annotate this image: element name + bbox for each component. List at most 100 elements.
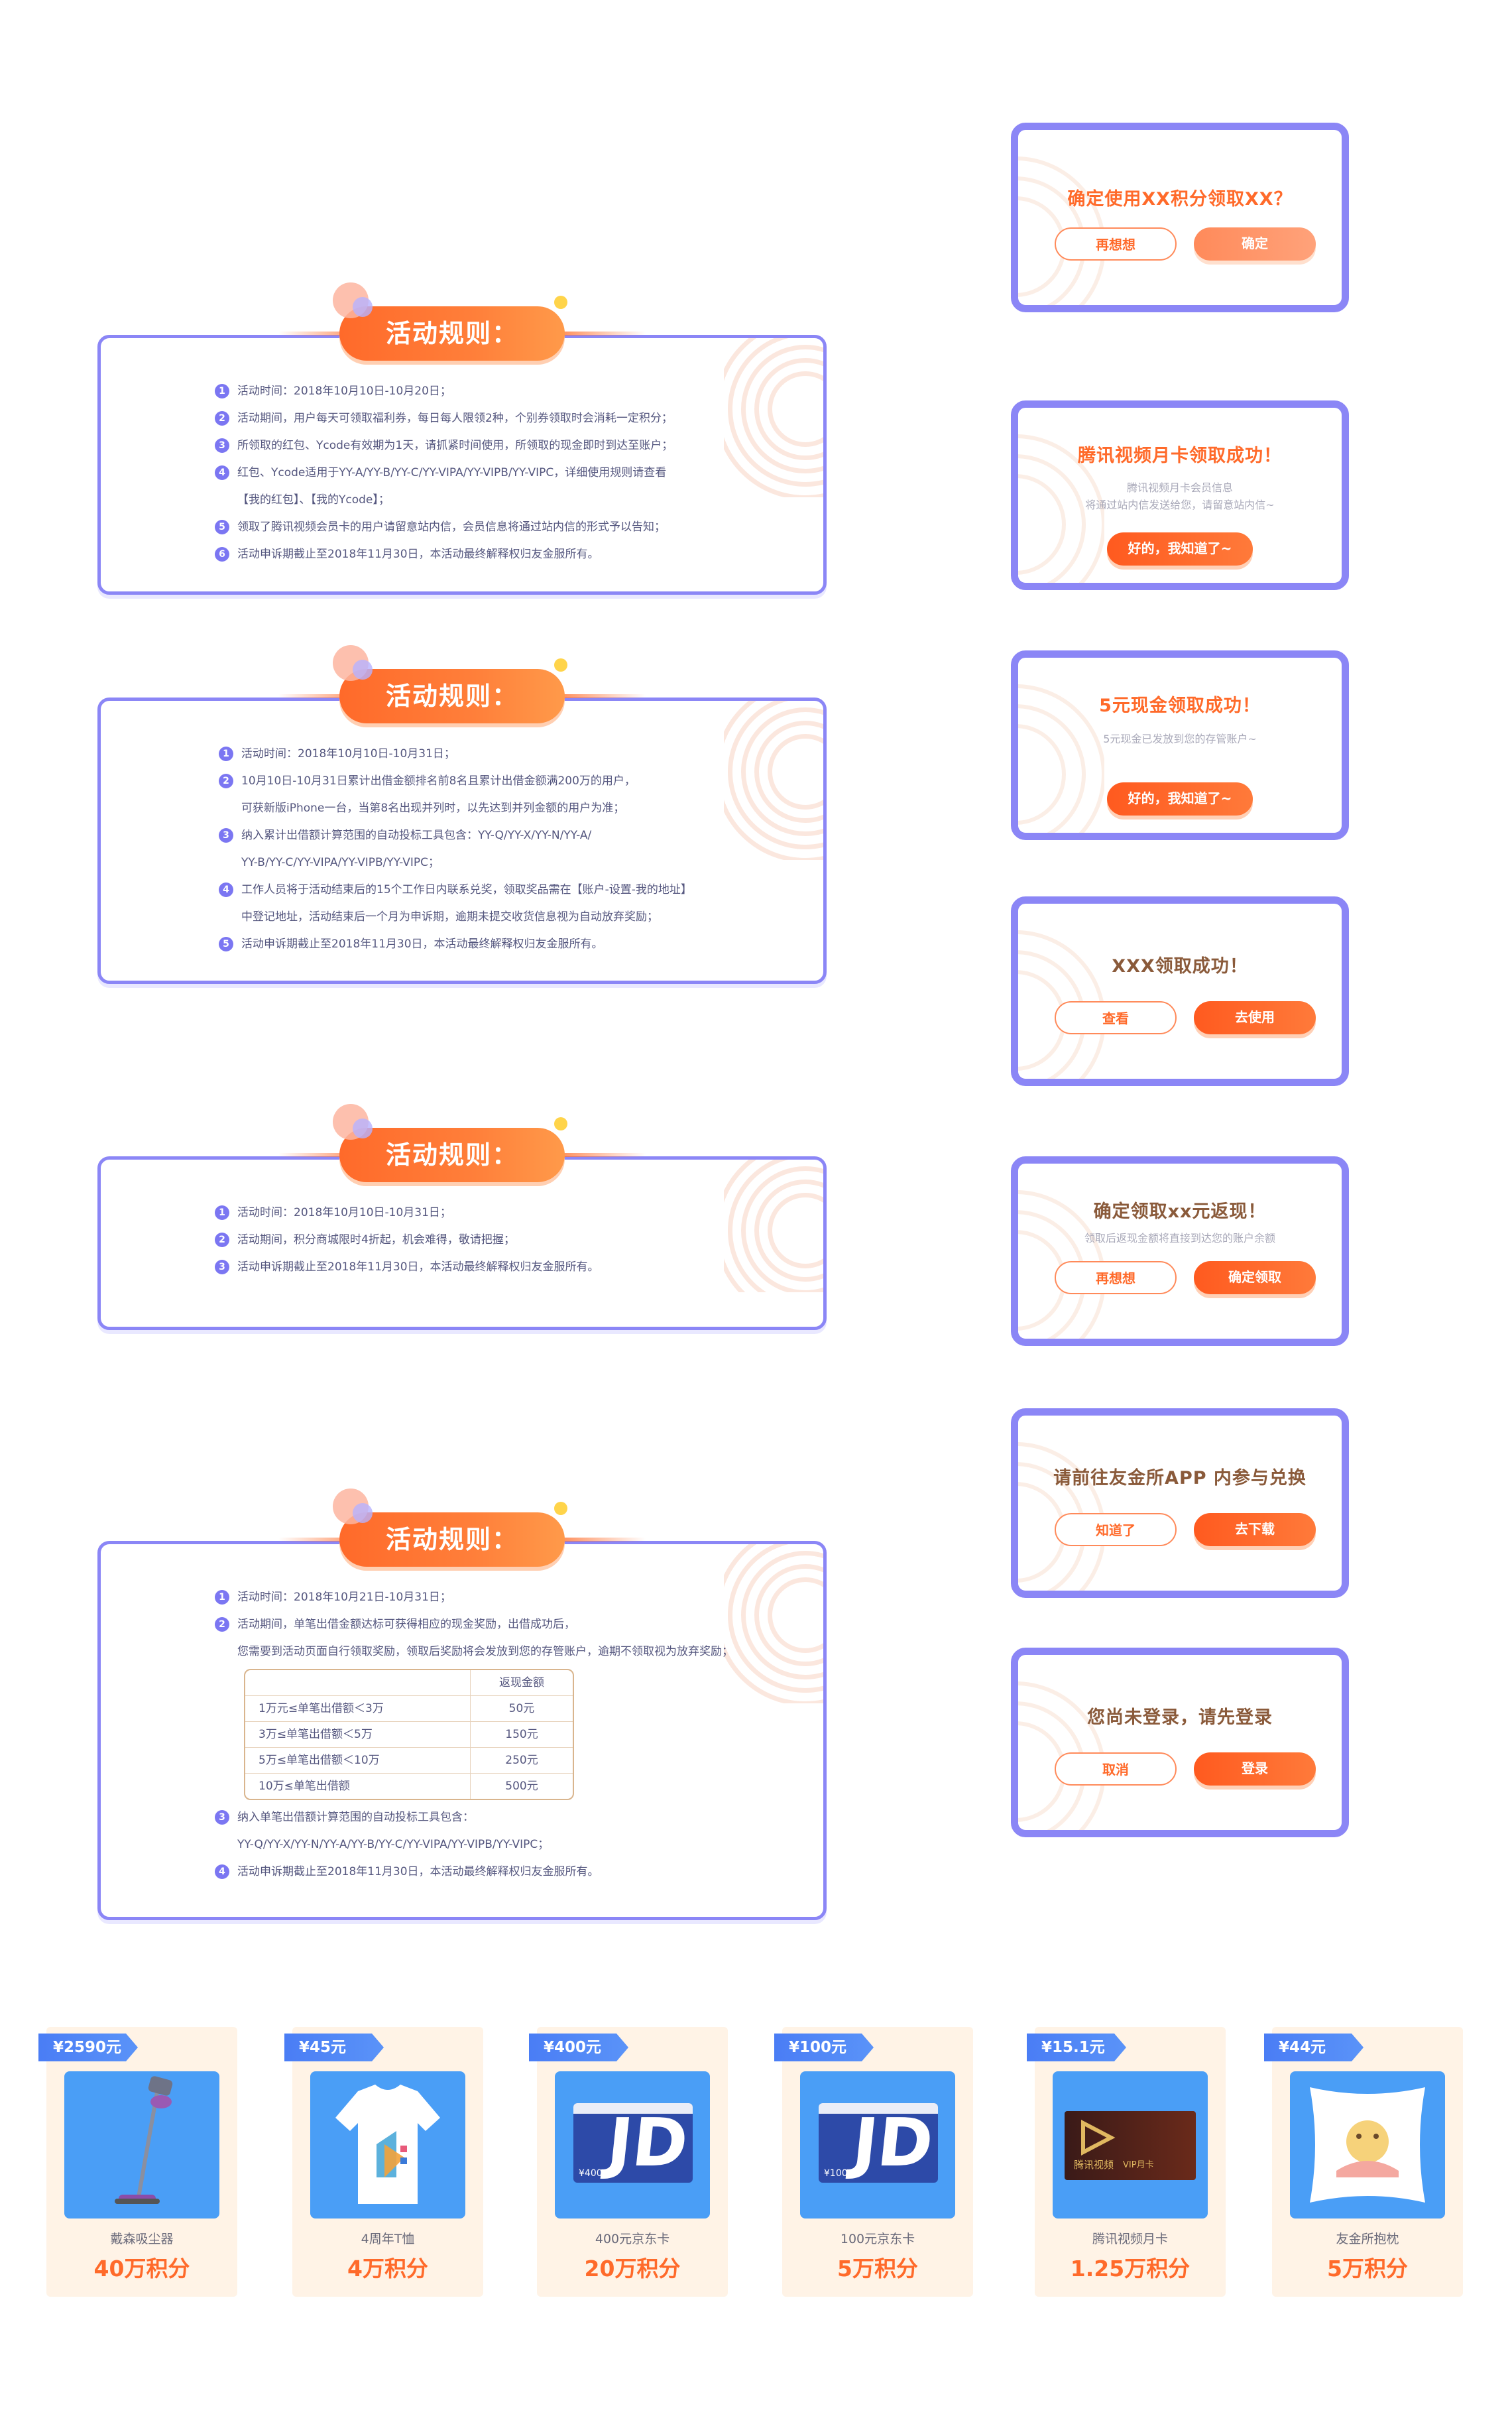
price-tag: ¥15.1元 [1027, 2034, 1126, 2061]
dialog-subtitle: 领取后返现金额将直接到达您的账户余额 [1084, 1232, 1275, 1245]
rule-line: 4 活动申诉期截止至2018年11月30日，本活动最终解释权归友金服所有。 [215, 1864, 599, 1880]
rules-title: 活动规则： [385, 1525, 518, 1554]
rule-line: 1 活动时间：2018年10月21日-10月31日； [215, 1589, 451, 1605]
pillow-icon [1310, 2087, 1425, 2203]
prize-points: 40万积分 [93, 2256, 190, 2281]
table-row: 1万元≤单笔出借额＜3万 50元 [245, 1696, 573, 1722]
rules-title: 活动规则： [385, 1140, 518, 1170]
rethink-button[interactable]: 再想想 [1055, 1261, 1177, 1294]
cashback-table: 返现金额 1万元≤单笔出借额＜3万 50元 3万≤单笔出借额＜5万 150元 5万≤… [244, 1669, 574, 1800]
table-row: 3万≤单笔出借额＜5万 150元 [245, 1722, 573, 1748]
dialog-subtitle: 将通过站内信发送给您，请留意站内信~ [1085, 499, 1275, 511]
rule-line-cont: 【我的红包】、【我的Ycode】； [237, 493, 390, 507]
price-tag: ¥400元 [529, 2034, 628, 2061]
vacuum-image [64, 2071, 219, 2219]
view-button[interactable]: 查看 [1055, 1001, 1177, 1034]
rule-line: 4 工作人员将于活动结束后的15个工作日内联系兑奖，领取奖品需在【账户-设置-我的… [219, 882, 692, 898]
rule-line-cont: 中登记地址，活动结束后一个月为申诉期，逾期未提交收货信息视为自动放弃奖励； [241, 910, 658, 924]
dialog-title: 确定领取xx元返现！ [1093, 1201, 1267, 1222]
dialog-title: 5元现金领取成功！ [1099, 696, 1261, 716]
price-tag: ¥45元 [284, 2034, 384, 2061]
rule-line: 3 活动申诉期截止至2018年11月30日，本活动最终解释权归友金服所有。 [215, 1259, 599, 1275]
dialog-cash-success: 5元现金领取成功！ 5元现金已发放到您的存管账户~ 好的，我知道了~ [1011, 650, 1349, 840]
prize-card[interactable]: JD ¥100 ¥100元 100元京东卡 5万积分 [774, 2027, 973, 2297]
prize-card[interactable]: JD ¥400 ¥400元 400元京东卡 20万积分 [529, 2027, 728, 2297]
prize-card[interactable]: ¥2590元 戴森吸尘器 40万积分 [38, 2027, 237, 2297]
dialog-claim-success: XXX领取成功！ 查看 去使用 [1011, 896, 1349, 1086]
ok-got-it-button[interactable]: 好的，我知道了~ [1107, 532, 1253, 566]
confirm-claim-button[interactable]: 确定领取 [1194, 1261, 1316, 1294]
rule-line: 5 活动申诉期截止至2018年11月30日，本活动最终解释权归友金服所有。 [219, 936, 603, 952]
rules-title: 活动规则： [385, 682, 518, 711]
ok-got-it-button[interactable]: 好的，我知道了~ [1107, 782, 1253, 816]
rules-title-badge: 活动规则： [333, 1104, 567, 1182]
prize-name: 友金所抱枕 [1336, 2232, 1399, 2246]
rule-line: 1 活动时间：2018年10月10日-10月31日； [215, 1205, 451, 1221]
swirl-decoration [724, 338, 823, 497]
dialog-title: XXX领取成功！ [1112, 956, 1248, 977]
got-it-button[interactable]: 知道了 [1055, 1513, 1177, 1546]
prize-points: 4万积分 [347, 2256, 428, 2281]
vacuum-icon [115, 2076, 173, 2204]
table-row: 5万≤单笔出借额＜10万 250元 [245, 1748, 573, 1774]
rule-line-cont: YY-Q/YY-X/YY-N/YY-A/YY-B/YY-C/YY-VIPA/YY… [237, 1838, 550, 1851]
dialog-go-to-app: 请前往友金所APP 内参与兑换 知道了 去下载 [1011, 1408, 1349, 1598]
rule-line: 1 活动时间：2018年10月10日-10月20日； [215, 383, 451, 399]
download-button[interactable]: 去下载 [1194, 1513, 1316, 1546]
rule-line: 6 活动申诉期截止至2018年11月30日，本活动最终解释权归友金服所有。 [215, 546, 599, 562]
price-tag: ¥2590元 [38, 2034, 138, 2061]
rule-line: 3 所领取的红包、Ycode有效期为1天，请抓紧时间使用，所领取的现金即时到达至账… [215, 438, 673, 454]
jd-card-icon: JD ¥100 [819, 2103, 938, 2183]
prize-points: 1.25万积分 [1070, 2256, 1191, 2281]
rethink-button[interactable]: 再想想 [1055, 227, 1177, 261]
dialog-subtitle: 5元现金已发放到您的存管账户~ [1103, 733, 1257, 745]
tshirt-icon [335, 2085, 440, 2204]
rules-panel-1: 活动规则： 1 活动时间：2018年10月10日-10月20日； 2 活动期间，用户… [97, 282, 827, 595]
rules-title-badge: 活动规则： [333, 645, 567, 723]
rules-panel-3: 活动规则： 1 活动时间：2018年10月10日-10月31日； 2 活动期间，积分… [97, 1104, 827, 1330]
prize-card[interactable]: ¥45元 4周年T恤 4万积分 [284, 2027, 483, 2297]
video-card-icon: 腾讯视频 VIP月卡 [1065, 2111, 1196, 2180]
dialog-title: 腾讯视频月卡领取成功！ [1078, 446, 1282, 466]
rule-line: 2 活动期间，用户每天可领取福利券，每日每人限领2种，个别券领取时会消耗一定积分； [215, 410, 673, 426]
prize-name: 4周年T恤 [361, 2232, 415, 2246]
rule-line-cont: 可获新版iPhone一台，当第8名出现并列时，以先达到并列金额的用户为准； [241, 802, 625, 815]
jd-card-image: JD ¥100 [800, 2071, 955, 2219]
pillow-image [1290, 2071, 1445, 2219]
tshirt-image [310, 2071, 465, 2219]
dialog-title: 请前往友金所APP 内参与兑换 [1053, 1468, 1307, 1489]
rule-line-cont: YY-B/YY-C/YY-VIPA/YY-VIPB/YY-VIPC； [241, 856, 440, 869]
prize-card[interactable]: ¥44元 友金所抱枕 5万积分 [1264, 2027, 1463, 2297]
table-header: 返现金额 [245, 1670, 573, 1696]
rule-line-cont: 您需要到活动页面自行领取奖励，领取后奖励将会发放到您的存管账户，逾期不领取视为放… [237, 1645, 733, 1658]
cancel-button[interactable]: 取消 [1055, 1752, 1177, 1786]
rule-line: 3 纳入单笔出借额计算范围的自动投标工具包含： [215, 1809, 474, 1825]
rules-panel-2: 活动规则： 1 活动时间：2018年10月10日-10月31日； 2 10月10日-… [97, 645, 827, 984]
rule-line: 3 纳入累计出借额计算范围的自动投标工具包含：YY-Q/YY-X/YY-N/YY-… [219, 827, 591, 843]
swirl-decoration [724, 701, 823, 860]
dialog-title: 您尚未登录，请先登录 [1087, 1707, 1273, 1728]
dialog-video-card-success: 腾讯视频月卡领取成功！ 腾讯视频月卡会员信息 将通过站内信发送给您，请留意站内信… [1011, 400, 1349, 590]
video-card-image: 腾讯视频 VIP月卡 [1053, 2071, 1208, 2219]
rule-line: 2 活动期间，单笔出借金额达标可获得相应的现金奖励，出借成功后， [215, 1616, 575, 1632]
dialog-title: 确定使用XX积分领取XX？ [1067, 189, 1293, 210]
rule-line: 2 活动期间，积分商城限时4折起，机会难得，敬请把握； [215, 1232, 515, 1248]
play-icon [1081, 2120, 1116, 2156]
rules-title-badge: 活动规则： [333, 1489, 567, 1567]
dialog-confirm-cashback: 确定领取xx元返现！ 领取后返现金额将直接到达您的账户余额 再想想 确定领取 [1011, 1156, 1349, 1346]
login-button[interactable]: 登录 [1194, 1752, 1316, 1786]
prize-points: 20万积分 [584, 2256, 681, 2281]
rule-line: 4 红包、Ycode适用于YY-A/YY-B/YY-C/YY-VIPA/YY-VI… [215, 465, 666, 481]
rules-title-badge: 活动规则： [333, 282, 567, 361]
confirm-button[interactable]: 确定 [1194, 227, 1316, 261]
use-now-button[interactable]: 去使用 [1194, 1001, 1316, 1034]
prize-points: 5万积分 [837, 2256, 918, 2281]
prize-name: 戴森吸尘器 [110, 2232, 174, 2246]
dialog-confirm-points: 确定使用XX积分领取XX？ 再想想 确定 [1011, 123, 1349, 312]
rule-line: 2 10月10日-10月31日累计出借金额排名前8名且累计出借金额满200万的用户… [219, 773, 636, 789]
swirl-decoration [724, 1544, 823, 1703]
prize-name: 100元京东卡 [840, 2232, 915, 2246]
dialog-login-required: 您尚未登录，请先登录 取消 登录 [1011, 1648, 1349, 1837]
prize-name: 腾讯视频月卡 [1092, 2232, 1168, 2246]
prize-card[interactable]: 腾讯视频 VIP月卡 ¥15.1元 腾讯视频月卡 1.25万积分 [1027, 2027, 1226, 2297]
